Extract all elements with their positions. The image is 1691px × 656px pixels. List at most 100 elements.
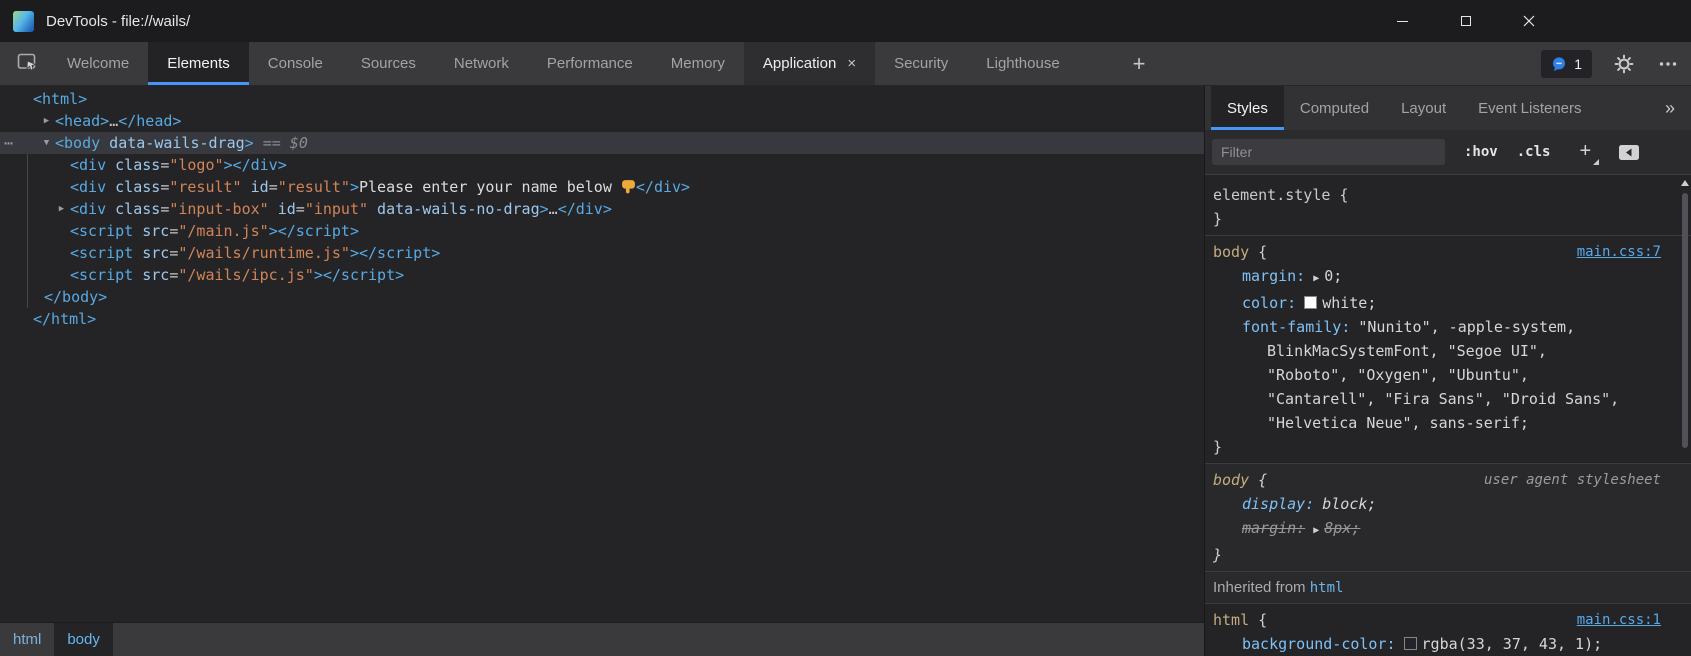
inherited-node-link[interactable]: html <box>1310 580 1344 596</box>
inherited-from-header: Inherited from html <box>1205 572 1691 604</box>
inherited-from-label: Inherited from <box>1213 579 1310 596</box>
scrollbar-up-arrow[interactable] <box>1681 180 1689 186</box>
node-body-close[interactable]: </body> <box>0 286 1204 308</box>
close-tab-icon[interactable]: × <box>847 55 856 72</box>
tab-security[interactable]: Security <box>875 42 967 85</box>
token-tag: </head> <box>118 112 181 130</box>
settings-button[interactable] <box>1614 54 1634 74</box>
expand-arrow-icon[interactable]: ▶ <box>1313 525 1319 536</box>
close-button[interactable] <box>1497 0 1560 42</box>
token-tag: </body> <box>44 288 107 306</box>
token-eq: = <box>269 178 278 196</box>
issues-count: 1 <box>1574 56 1582 72</box>
token-tag: > <box>540 200 549 218</box>
node-body-open[interactable]: ⋯▼<body data-wails-drag> == $0 <box>0 132 1204 154</box>
token-tag: > <box>245 134 254 152</box>
tab-elements[interactable]: Elements <box>148 42 249 85</box>
rule-selector-line[interactable]: element.style { <box>1213 183 1661 207</box>
token-attr: class <box>106 178 160 196</box>
computed-sidebar-toggle-button[interactable] <box>1618 144 1640 161</box>
new-style-rule-button[interactable]: + <box>1574 140 1596 165</box>
breadcrumb-html[interactable]: html <box>0 623 54 656</box>
rule-selector: html <box>1213 611 1249 629</box>
rule-close-brace: } <box>1213 543 1661 567</box>
style-property-line[interactable]: display:block; <box>1213 492 1661 516</box>
node-div-logo[interactable]: <div class="logo"></div> <box>0 154 1204 176</box>
stylesheet-source-link[interactable]: main.css:1 <box>1577 608 1661 632</box>
property-value: rgba(33, 37, 43, 1); <box>1422 635 1603 653</box>
minimize-button[interactable] <box>1371 0 1434 42</box>
dom-tree: <html>▶<head>…</head>⋯▼<body data-wails-… <box>0 86 1204 622</box>
expand-arrow-icon[interactable]: ▼ <box>39 132 54 154</box>
tab-sources[interactable]: Sources <box>342 42 435 85</box>
color-swatch[interactable] <box>1404 637 1417 650</box>
styles-filter-input[interactable] <box>1212 139 1445 165</box>
tab-application[interactable]: Application× <box>744 42 875 85</box>
tab-performance[interactable]: Performance <box>528 42 652 85</box>
styles-sections: element.style {}body {main.css:7margin:▶… <box>1205 175 1691 656</box>
row-more-actions-icon[interactable]: ⋯ <box>4 132 14 154</box>
token-tag: <script <box>70 222 133 240</box>
token-tag: ></div> <box>224 156 287 174</box>
dom-node-code: <html> <box>0 88 87 110</box>
tab-console[interactable]: Console <box>249 42 342 85</box>
node-script-main[interactable]: <script src="/main.js"></script> <box>0 220 1204 242</box>
token-eq: = <box>160 178 169 196</box>
tab-lighthouse[interactable]: Lighthouse <box>967 42 1078 85</box>
minimize-icon <box>1397 21 1408 22</box>
node-html-open[interactable]: <html> <box>0 88 1204 110</box>
html-main-css-rule: html {main.css:1background-color:rgba(33… <box>1205 604 1691 656</box>
devtools-toolbar: Welcome ElementsConsoleSourcesNetworkPerf… <box>0 42 1691 86</box>
styles-pane: element.style {}body {main.css:7margin:▶… <box>1205 175 1691 656</box>
breadcrumb-body[interactable]: body <box>54 623 113 656</box>
rule-selector-line[interactable]: body {main.css:7 <box>1213 240 1661 264</box>
scrollbar-thumb[interactable] <box>1682 193 1688 448</box>
expand-arrow-icon[interactable]: ▶ <box>54 198 69 220</box>
style-property-line[interactable]: color: white; <box>1213 291 1661 315</box>
node-script-runtime[interactable]: <script src="/wails/runtime.js"></script… <box>0 242 1204 264</box>
element-classes-button[interactable]: .cls <box>1517 144 1551 160</box>
tab-label: Welcome <box>67 55 129 72</box>
node-script-ipc[interactable]: <script src="/wails/ipc.js"></script> <box>0 264 1204 286</box>
node-html-close[interactable]: </html> <box>0 308 1204 330</box>
more-options-button[interactable] <box>1658 54 1678 74</box>
stylesheet-source-link[interactable]: main.css:7 <box>1577 240 1661 264</box>
window-title: DevTools - file://wails/ <box>46 13 190 30</box>
node-head[interactable]: ▶<head>…</head> <box>0 110 1204 132</box>
maximize-icon <box>1461 16 1471 26</box>
token-tag: ></script> <box>269 222 359 240</box>
node-div-result[interactable]: <div class="result" id="result">Please e… <box>0 176 1204 198</box>
style-property-line[interactable]: margin:▶0; <box>1213 264 1661 291</box>
rule-selector-line[interactable]: html {main.css:1 <box>1213 608 1661 632</box>
tab-label: Computed <box>1300 100 1369 117</box>
tab-memory[interactable]: Memory <box>652 42 744 85</box>
maximize-button[interactable] <box>1434 0 1497 42</box>
expand-arrow-icon[interactable]: ▶ <box>39 110 54 132</box>
token-tag: <html> <box>33 90 87 108</box>
token-tag: <script <box>70 244 133 262</box>
toggle-element-state-button[interactable]: :hov <box>1464 144 1498 160</box>
issues-counter-badge[interactable]: 1 <box>1541 50 1592 78</box>
color-swatch[interactable] <box>1304 296 1317 309</box>
node-div-input-box[interactable]: ▶<div class="input-box" id="input" data-… <box>0 198 1204 220</box>
dom-node-code: </body> <box>0 286 107 308</box>
rule-selector-line[interactable]: body {user agent stylesheet <box>1213 468 1661 492</box>
property-value: white; <box>1322 294 1376 312</box>
sidebar-tab-styles[interactable]: Styles <box>1211 86 1284 130</box>
add-tab-button[interactable]: + <box>1125 42 1154 85</box>
style-property-line[interactable]: background-color:rgba(33, 37, 43, 1); <box>1213 632 1661 656</box>
token-attr: class <box>106 156 160 174</box>
sidebar-tab-computed[interactable]: Computed <box>1284 86 1385 130</box>
tab-network[interactable]: Network <box>435 42 528 85</box>
property-name: color: <box>1242 294 1296 312</box>
more-tabs-chevron-icon[interactable]: » <box>1665 86 1675 130</box>
style-property-line[interactable]: margin:▶8px; <box>1213 516 1661 543</box>
token-val: "/wails/runtime.js" <box>178 244 350 262</box>
tab-welcome[interactable]: Welcome <box>48 42 148 85</box>
inspect-element-button[interactable] <box>8 42 48 85</box>
sidebar-tab-event-listeners[interactable]: Event Listeners <box>1462 86 1597 130</box>
expand-arrow-icon[interactable]: ▶ <box>1313 273 1319 284</box>
open-brace: { <box>1249 471 1267 489</box>
sidebar-tab-layout[interactable]: Layout <box>1385 86 1462 130</box>
style-property-line[interactable]: font-family:"Nunito", -apple-system, <box>1213 315 1661 339</box>
